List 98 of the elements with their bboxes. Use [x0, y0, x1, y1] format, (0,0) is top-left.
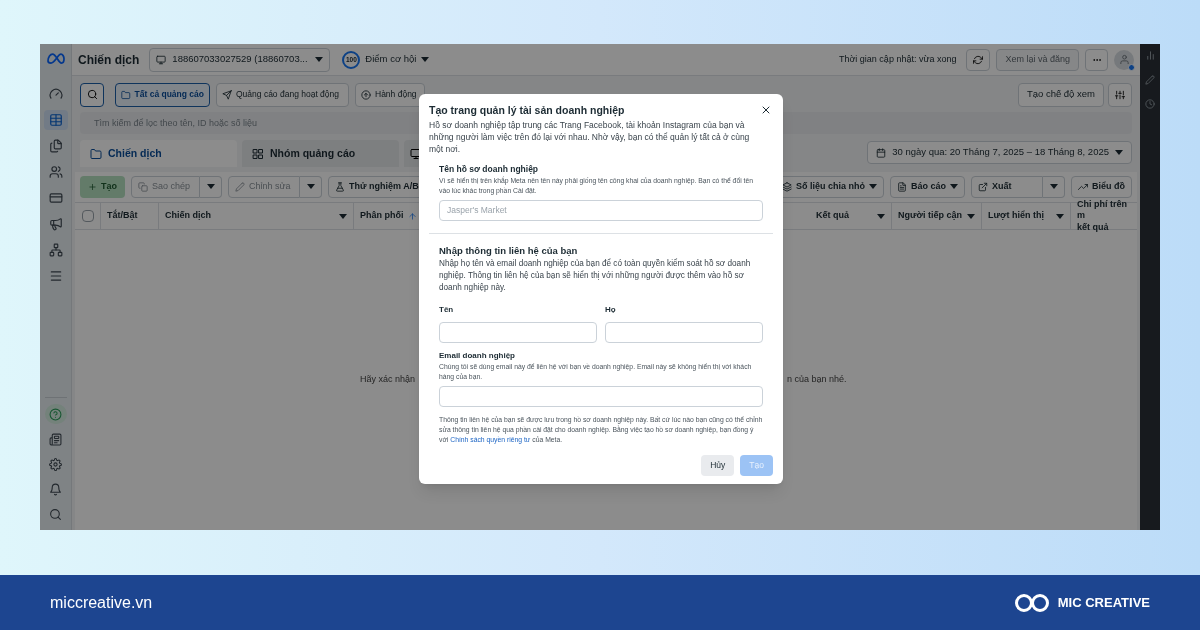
- logo-icon: [45, 52, 66, 64]
- page-title: Chiến dịch: [78, 51, 140, 69]
- bar-chart-icon: [1144, 50, 1156, 61]
- refresh-icon: [973, 54, 984, 65]
- field-label: Tên hồ sơ doanh nghiệp: [439, 162, 540, 176]
- sidebar-icon: [48, 217, 63, 231]
- column-header[interactable]: Người tiếp cận: [892, 203, 982, 229]
- action-button[interactable]: Xuất: [971, 175, 1043, 198]
- caret-icon: [877, 213, 885, 219]
- search-button[interactable]: [80, 82, 104, 107]
- email-field[interactable]: [439, 386, 763, 408]
- cancel-button[interactable]: Hủy: [701, 454, 735, 476]
- action-icon: [335, 181, 345, 192]
- action-button[interactable]: Báo cáo: [890, 175, 965, 198]
- action-icon: [138, 181, 148, 192]
- caret-icon: [339, 213, 347, 219]
- tab[interactable]: Chiến dịch: [80, 140, 237, 167]
- caret-icon: [421, 57, 430, 62]
- action-icon: [781, 181, 792, 192]
- window-icon: [410, 147, 422, 160]
- column-header[interactable]: Chiến dịch: [159, 203, 354, 229]
- sidebar-icon: [48, 191, 63, 205]
- business-name-field[interactable]: Jasper's Market: [439, 199, 763, 221]
- sidebar-icon: [48, 113, 63, 127]
- sidebar-icon: [48, 139, 63, 153]
- avatar[interactable]: [1114, 49, 1134, 70]
- send-icon: [222, 89, 232, 100]
- caret-icon: [1056, 213, 1064, 219]
- filter-button[interactable]: Hành động: [355, 82, 425, 107]
- sliders-icon: [1115, 89, 1125, 100]
- facebook-badge-icon: [1128, 63, 1135, 71]
- brand-name: MIC CREATIVE: [1057, 593, 1150, 612]
- caret-icon: [967, 213, 975, 219]
- calendar-icon: [876, 147, 887, 158]
- filter-button[interactable]: Tất cả quảng cáo: [115, 82, 210, 107]
- pencil-icon: [1145, 75, 1155, 85]
- sort-up-icon: [407, 211, 417, 221]
- checkbox[interactable]: [81, 210, 94, 222]
- clock-icon: [1145, 99, 1155, 109]
- create-view-button[interactable]: Tạo chế độ xem: [1017, 82, 1104, 107]
- sidebar-icon: [48, 269, 63, 283]
- settings-button[interactable]: [1108, 82, 1132, 107]
- section-heading: Nhập thông tin liên hệ của bạn: [439, 243, 579, 258]
- empty-state-text: Hãy xác nhận: [358, 373, 415, 387]
- column-header[interactable]: Tắt/Bật: [101, 203, 159, 229]
- action-icon: [978, 181, 988, 192]
- settings-icon: [49, 457, 62, 471]
- action-icon: [897, 181, 907, 192]
- field-label: Tên: [439, 303, 455, 316]
- dropdown-button[interactable]: [300, 175, 322, 198]
- field-label: Họ: [605, 303, 617, 316]
- folder-icon: [90, 147, 102, 160]
- sidebar-icon: [48, 165, 63, 179]
- caret-icon: [950, 184, 958, 189]
- newspaper-icon: [49, 432, 62, 446]
- close-icon: [760, 104, 772, 116]
- last-name-field[interactable]: [605, 321, 763, 343]
- logo-icon: [1013, 591, 1050, 614]
- refresh-button[interactable]: [966, 48, 991, 71]
- help-icon: [49, 407, 62, 421]
- caret-icon: [869, 184, 877, 189]
- column-header[interactable]: Lượt hiển thị: [982, 203, 1071, 229]
- sidebar-item[interactable]: [44, 404, 67, 424]
- caret-icon: [1049, 184, 1058, 189]
- sidebar-icon: [48, 243, 63, 257]
- filter-button[interactable]: Quảng cáo đang hoạt động: [216, 82, 349, 107]
- account-icon: [156, 54, 167, 65]
- plus-icon: [88, 181, 97, 192]
- arrow-up-icon: [361, 89, 371, 100]
- sidebar-icon: [48, 87, 63, 101]
- empty-state-text: n của bạn nhé.: [787, 373, 848, 387]
- caret-icon: [315, 57, 324, 62]
- account-selector[interactable]: 188607033027529 (18860703...: [149, 47, 331, 72]
- column-header[interactable]: Kết quả: [810, 203, 892, 229]
- field-label: Email doanh nghiệp: [439, 350, 516, 363]
- dropdown-button[interactable]: [200, 175, 222, 198]
- search-icon: [49, 507, 62, 521]
- action-icon: [1078, 181, 1088, 192]
- more-button[interactable]: [1085, 48, 1108, 71]
- first-name-field[interactable]: [439, 321, 597, 343]
- date-range-picker[interactable]: 30 ngày qua: 20 Tháng 7, 2025 – 18 Tháng 8, 2025: [867, 141, 1132, 164]
- sidebar-item[interactable]: [43, 110, 68, 130]
- action-icon: [235, 181, 245, 192]
- caret-icon: [206, 184, 215, 189]
- folder-icon: [121, 89, 131, 100]
- caret-icon: [1115, 150, 1123, 155]
- caret-icon: [306, 184, 315, 189]
- user-icon: [1118, 54, 1130, 65]
- update-status: Thời gian cập nhật: vừa xong: [838, 52, 957, 66]
- score-dropdown[interactable]: Điểm cơ hội: [365, 52, 430, 67]
- search-icon: [86, 89, 98, 100]
- section-description: Nhập họ tên và email doanh nghiệp của bạn để có toàn quyền kiểm soát hồ sơ doanh nghiệp. Thông tin liên hệ của bạn sẽ hiển thị với những người được thêm vào hồ sơ doanh nghiệp này.: [439, 257, 752, 294]
- dropdown-button[interactable]: [1043, 175, 1065, 198]
- website-text: miccreative.vn: [50, 592, 153, 613]
- bell-icon: [49, 482, 62, 496]
- action-button[interactable]: Biểu đồ: [1071, 175, 1132, 198]
- tab[interactable]: Nhóm quảng cáo: [242, 140, 399, 167]
- grid-icon: [252, 147, 264, 160]
